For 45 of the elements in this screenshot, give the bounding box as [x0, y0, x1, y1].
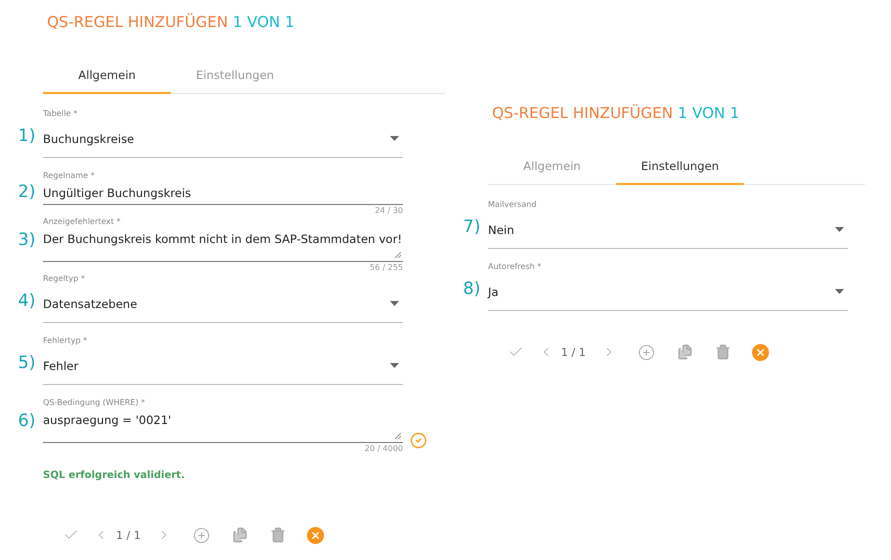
field-label: Regeltyp *: [43, 273, 86, 285]
step-number: 5): [17, 353, 36, 373]
text-area[interactable]: auspraegung = '0021': [43, 409, 403, 443]
caret-icon: [390, 363, 399, 368]
text-area[interactable]: Der Buchungskreis kommt nicht in dem SAP-Stammdaten vor!: [43, 228, 403, 262]
field-label: Fehlertyp *: [43, 335, 88, 347]
character-counter: 56 / 255: [368, 262, 403, 273]
field-label: Regelname *: [43, 170, 96, 182]
field-label: Mailversand: [488, 199, 538, 211]
dropdown[interactable]: Fehler: [43, 347, 403, 385]
caret-icon: [835, 227, 844, 232]
dropdown[interactable]: Nein: [488, 211, 848, 249]
page-indicator: 1 / 1: [116, 528, 141, 542]
tab[interactable]: Allgemein: [43, 58, 171, 94]
dropdown[interactable]: Datensatzebene: [43, 285, 403, 323]
character-counter: 20 / 4000: [364, 443, 403, 454]
dialog-title: QS-REGEL HINZUFÜGEN 1 VON 1: [47, 12, 296, 32]
step-number: 3): [17, 230, 36, 250]
step-number: 7): [462, 217, 482, 237]
input-field[interactable]: Ungültiger Buchungskreis: [43, 182, 403, 205]
field-label: Anzeigefehlertext *: [43, 216, 122, 228]
dropdown[interactable]: Ja: [488, 273, 848, 311]
field-label: Autorefresh *: [488, 261, 542, 273]
resize-handle-icon[interactable]: [395, 252, 401, 258]
step-number: 8): [462, 279, 482, 299]
resize-handle-icon[interactable]: [395, 433, 401, 439]
close-icon: [754, 346, 766, 358]
field-label: QS-Bedingung (WHERE) *: [43, 397, 146, 409]
caret-icon: [390, 136, 399, 141]
tab[interactable]: Einstellungen: [616, 149, 744, 185]
step-number: 1): [17, 126, 36, 146]
validation-message: SQL erfolgreich validiert.: [43, 470, 186, 481]
dropdown[interactable]: Buchungskreise: [43, 120, 403, 158]
step-number: 4): [17, 291, 36, 311]
dialog-title: QS-REGEL HINZUFÜGEN 1 VON 1: [492, 103, 740, 123]
caret-icon: [390, 301, 399, 306]
close-button[interactable]: [752, 344, 769, 360]
page-indicator: 1 / 1: [561, 346, 586, 358]
step-number: 6): [17, 411, 36, 431]
close-button[interactable]: [306, 526, 324, 544]
close-icon: [310, 530, 321, 540]
step-number: 2): [17, 182, 36, 202]
field-label: Tabelle *: [43, 108, 78, 120]
character-counter: 24 / 30: [374, 205, 403, 216]
caret-icon: [835, 289, 844, 294]
